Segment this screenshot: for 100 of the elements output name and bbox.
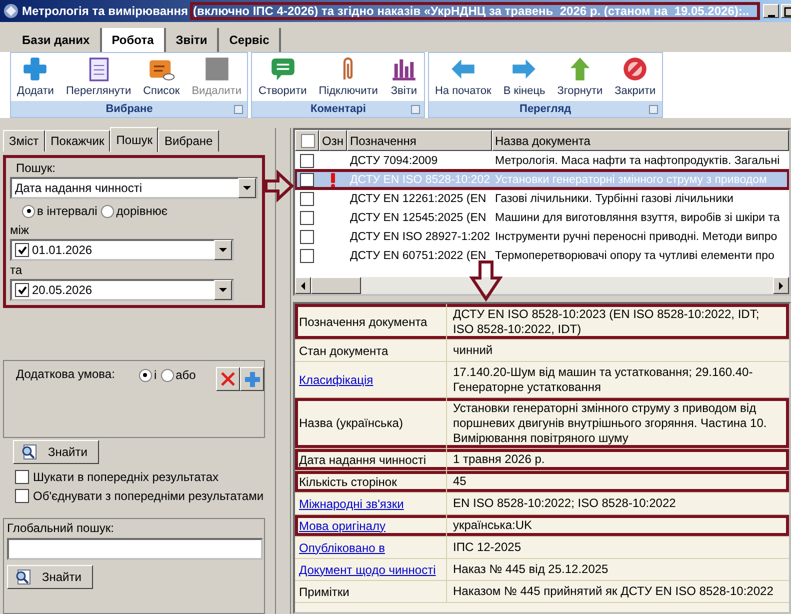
- table-row[interactable]: ДСТУ EN 12261:2025 (EN Газові лічильники. Турбінні газові лічильники: [295, 189, 789, 208]
- from-label: між: [10, 223, 30, 237]
- row-checkbox[interactable]: [300, 154, 314, 168]
- field-link[interactable]: Документ щодо чинності: [299, 562, 436, 576]
- column-header[interactable]: Позначення: [347, 130, 492, 151]
- table-cell-text: ДСТУ EN ISO 28927-1:202: [349, 230, 491, 242]
- table-cell-text: ДСТУ 7094:2009: [349, 154, 439, 166]
- no-entry-icon: [621, 55, 650, 83]
- minimize-button[interactable]: [763, 4, 779, 18]
- table-row[interactable]: ДСТУ EN 60751:2022 (EN Термоперетворювачі опору та чутливі елементи про: [295, 246, 789, 265]
- dropdown-arrow-icon: [219, 248, 227, 252]
- table-row[interactable]: ДСТУ EN 12545:2025 (EN Машини для виготовляння взуття, виробів зі шкіри та: [295, 208, 789, 227]
- radio-button[interactable]: в інтервалі: [22, 204, 98, 218]
- ribbon-button[interactable]: На початок: [428, 53, 498, 101]
- scroll-right-icon[interactable]: [778, 282, 784, 290]
- ribbon-button[interactable]: Список: [137, 53, 186, 101]
- horizontal-scrollbar[interactable]: [295, 277, 789, 294]
- dropdown-arrow-icon: [219, 288, 227, 292]
- column-header[interactable]: Озн: [319, 130, 347, 151]
- table-cell-text: Інструменти ручні переносні приводні. Методи випро: [494, 230, 778, 242]
- table-cell-text: Установки генераторні змінного струму з приводом: [494, 174, 768, 186]
- ribbon-button[interactable]: Створити: [252, 53, 313, 101]
- to-label: та: [10, 263, 24, 277]
- scroll-left-icon[interactable]: [300, 282, 306, 290]
- delete-button[interactable]: [216, 367, 240, 391]
- select-all-checkbox[interactable]: [301, 134, 315, 148]
- table-cell-text: ДСТУ EN 60751:2022 (EN: [349, 250, 488, 262]
- dialog-launcher-icon[interactable]: [234, 105, 244, 114]
- radio-button[interactable]: або: [160, 368, 196, 382]
- field-value: EN ISO 8528-10:2022; ISO 8528-10:2022: [452, 495, 677, 512]
- field-label: Стан документа: [299, 344, 388, 358]
- panel-tab[interactable]: Зміст: [3, 130, 45, 152]
- app-icon: [3, 3, 19, 19]
- field-label: Назва (українська): [299, 416, 403, 430]
- field-link[interactable]: Міжнародні зв'язки: [299, 496, 404, 510]
- table-cell-text: ДСТУ EN ISO 8528-10:202: [349, 174, 491, 186]
- ribbon-button[interactable]: Підключити: [312, 53, 384, 101]
- field-value: ДСТУ EN ISO 8528-10:2023 (EN ISO 8528-10:2022, IDT; ISO 8528-10:2022, IDT): [452, 306, 760, 338]
- field-value: українська:UK: [452, 517, 534, 534]
- search-label: Пошук:: [15, 161, 57, 175]
- find-button[interactable]: Знайти: [13, 440, 99, 464]
- ribbon-button[interactable]: Додати: [11, 53, 60, 101]
- field-label: Примітки: [299, 584, 350, 598]
- table-cell-text: ДСТУ EN 12261:2025 (EN: [349, 192, 488, 204]
- field-value: чинний: [452, 342, 494, 359]
- field-value: 1 травня 2026 р.: [452, 451, 546, 468]
- scrollbar-thumb[interactable]: [311, 277, 361, 294]
- ribbon-button[interactable]: Переглянути: [60, 53, 138, 101]
- global-search-field[interactable]: [7, 538, 263, 560]
- find-button[interactable]: Знайти: [7, 565, 93, 589]
- radio-button[interactable]: дорівнює: [101, 204, 168, 218]
- date-field[interactable]: 20.05.2026: [10, 279, 234, 301]
- annotation-arrow: [469, 260, 503, 302]
- row-checkbox[interactable]: [300, 230, 314, 244]
- check-icon: [18, 286, 26, 294]
- field-link[interactable]: Опубліковано в: [299, 540, 385, 554]
- dropdown-arrow-icon: [243, 186, 251, 190]
- field-label: Дата надання чинності: [299, 452, 426, 466]
- add-button[interactable]: [240, 367, 264, 391]
- field-value: Наказ № 445 від 25.12.2025: [452, 561, 610, 578]
- row-checkbox[interactable]: [300, 210, 314, 224]
- panel-tab[interactable]: Вибране: [158, 130, 219, 152]
- table-row[interactable]: ДСТУ EN ISO 28927-1:202 Інструменти ручні переносні приводні. Методи випро: [295, 227, 789, 246]
- field-value: 17.140.20-Шум від машин та устатковання; 29.160.40-Генераторне устатковання: [452, 364, 754, 396]
- window-subtitle: (включно ІПС 4-2026) та згідно наказів «УкрНДНЦ за травень 2026 р. (станом на 19.05.2026):..: [191, 3, 759, 19]
- ribbon-button[interactable]: Звіти: [384, 53, 424, 101]
- table-row[interactable]: ДСТУ 7094:2009 Метрологія. Маса нафти та нафтопродуктів. Загальні: [295, 151, 789, 170]
- splitter[interactable]: [275, 128, 291, 614]
- field-value: Наказом № 445 прийнятий як ДСТУ EN ISO 8528-10:2022: [452, 583, 774, 600]
- window-title: Метрологія та вимірювання: [22, 4, 188, 18]
- group-title: Вибране: [106, 103, 153, 115]
- table-cell-text: Метрологія. Маса нафти та нафтопродуктів. Загальні: [494, 154, 781, 166]
- check-icon: [18, 246, 26, 254]
- field-link[interactable]: Мова оригіналу: [299, 518, 386, 532]
- row-checkbox[interactable]: [300, 172, 314, 186]
- table-cell-text: Машини для виготовляння взуття, виробів зі шкіри та: [494, 212, 781, 224]
- ribbon-button[interactable]: Закрити: [608, 53, 662, 101]
- search-field-dropdown[interactable]: Дата надання чинності: [10, 177, 258, 199]
- option-checkbox[interactable]: Об'єднувати з попередніми результатами: [3, 486, 264, 505]
- option-checkbox[interactable]: Шукати в попередніх результатах: [3, 467, 219, 486]
- field-link[interactable]: Класифікація: [299, 372, 374, 386]
- search-icon: [14, 569, 32, 585]
- panel-tab[interactable]: Покажчик: [44, 130, 110, 152]
- ribbon-tab[interactable]: Робота: [102, 28, 166, 52]
- table-cell-text: Термоперетворювачі опору та чутливі елементи про: [494, 250, 776, 262]
- field-value: 45: [452, 473, 468, 490]
- ribbon-button[interactable]: В кінець: [497, 53, 552, 101]
- group-title: Перегляд: [520, 103, 572, 115]
- row-checkbox[interactable]: [300, 248, 314, 262]
- field-value: Установки генераторні змінного струму з приводом від поршневих двигунів внутрішнього згоряння. Частина 10. Вимірювання повітряного шуму: [452, 400, 768, 447]
- date-field[interactable]: 01.01.2026: [10, 239, 234, 261]
- dialog-launcher-icon[interactable]: [410, 105, 420, 114]
- minimize-icon: [768, 15, 774, 17]
- panel-tab[interactable]: Пошук: [110, 127, 158, 152]
- ribbon-button[interactable]: Згорнути: [551, 53, 609, 101]
- column-header[interactable]: Назва документа: [492, 130, 789, 151]
- row-checkbox[interactable]: [300, 192, 314, 206]
- dialog-launcher-icon[interactable]: [648, 105, 658, 114]
- condition-label: Додаткова умова:: [16, 367, 115, 381]
- field-label: Позначення документа: [299, 314, 428, 328]
